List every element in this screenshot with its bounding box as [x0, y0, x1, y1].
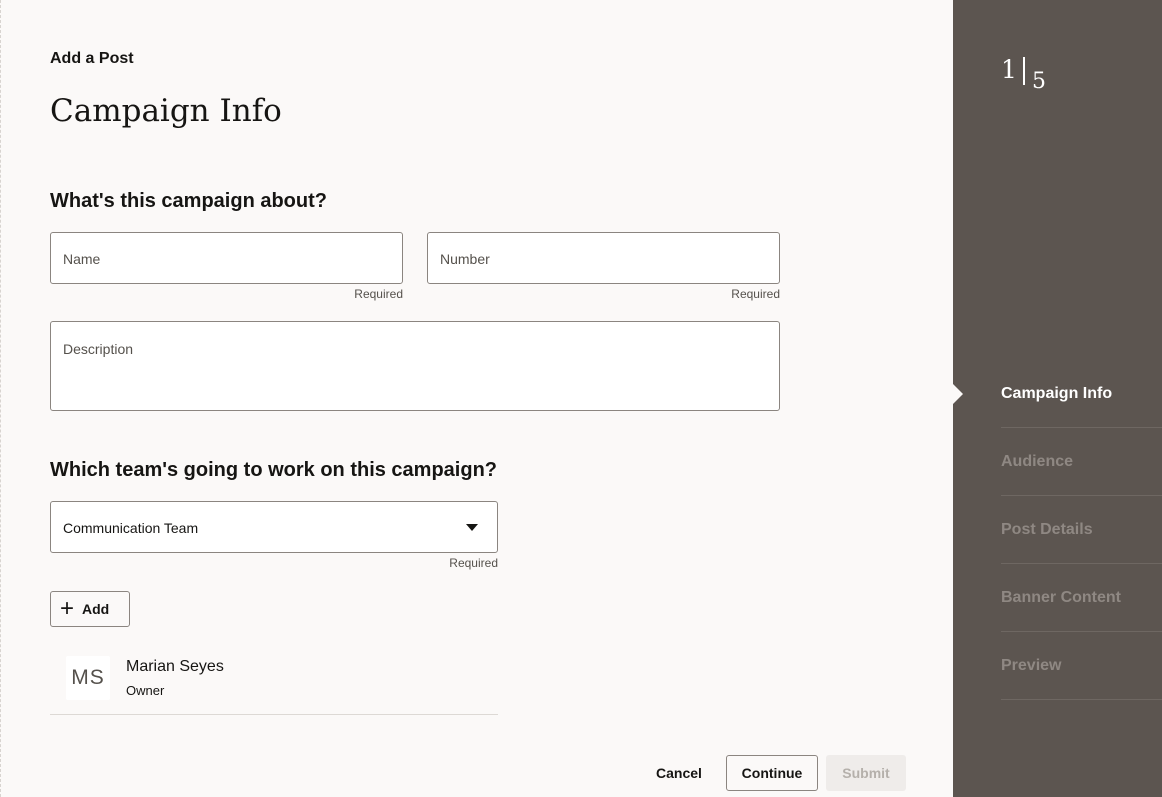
- number-required-helper: Required: [731, 287, 780, 301]
- description-label: Description: [63, 341, 134, 357]
- chevron-down-icon[interactable]: [466, 524, 478, 531]
- cancel-button[interactable]: Cancel: [644, 755, 714, 791]
- number-input[interactable]: Number: [427, 232, 780, 284]
- list-item: MS Marian Seyes Owner: [50, 645, 498, 715]
- add-member-button[interactable]: + Add: [50, 591, 130, 627]
- team-select[interactable]: Communication Team: [50, 501, 498, 553]
- about-heading: What's this campaign about?: [50, 190, 327, 212]
- avatar: MS: [66, 656, 110, 700]
- number-label: Number: [440, 251, 490, 267]
- page-title: Campaign Info: [50, 93, 282, 129]
- member-name: Marian Seyes: [126, 658, 224, 675]
- name-input[interactable]: Name: [50, 232, 403, 284]
- step-preview[interactable]: Preview: [1001, 632, 1162, 700]
- member-role: Owner: [126, 683, 165, 698]
- step-banner-content[interactable]: Banner Content: [1001, 564, 1162, 632]
- team-select-value: Communication Team: [63, 520, 199, 536]
- name-required-helper: Required: [354, 287, 403, 301]
- description-textarea[interactable]: Description: [50, 321, 780, 411]
- add-button-label: Add: [82, 601, 110, 617]
- name-label: Name: [63, 251, 101, 267]
- step-sidebar: 1 5 Campaign Info Audience Post Details …: [953, 0, 1162, 797]
- current-step-number: 1: [1001, 55, 1017, 84]
- team-heading: Which team's going to work on this campa…: [50, 459, 498, 481]
- page-eyebrow: Add a Post: [50, 50, 134, 67]
- total-steps-number: 5: [1032, 69, 1046, 94]
- step-divider: [1023, 57, 1025, 85]
- active-step-pointer: [953, 384, 963, 404]
- continue-button[interactable]: Continue: [726, 755, 818, 791]
- plus-icon: +: [60, 595, 75, 622]
- main-panel: Add a Post Campaign Info What's this cam…: [0, 0, 953, 797]
- step-list: Campaign Info Audience Post Details Bann…: [1001, 360, 1162, 700]
- submit-button[interactable]: Submit: [826, 755, 906, 791]
- step-post-details[interactable]: Post Details: [1001, 496, 1162, 564]
- step-campaign-info[interactable]: Campaign Info: [1001, 360, 1162, 428]
- step-audience[interactable]: Audience: [1001, 428, 1162, 496]
- team-required-helper: Required: [449, 556, 498, 570]
